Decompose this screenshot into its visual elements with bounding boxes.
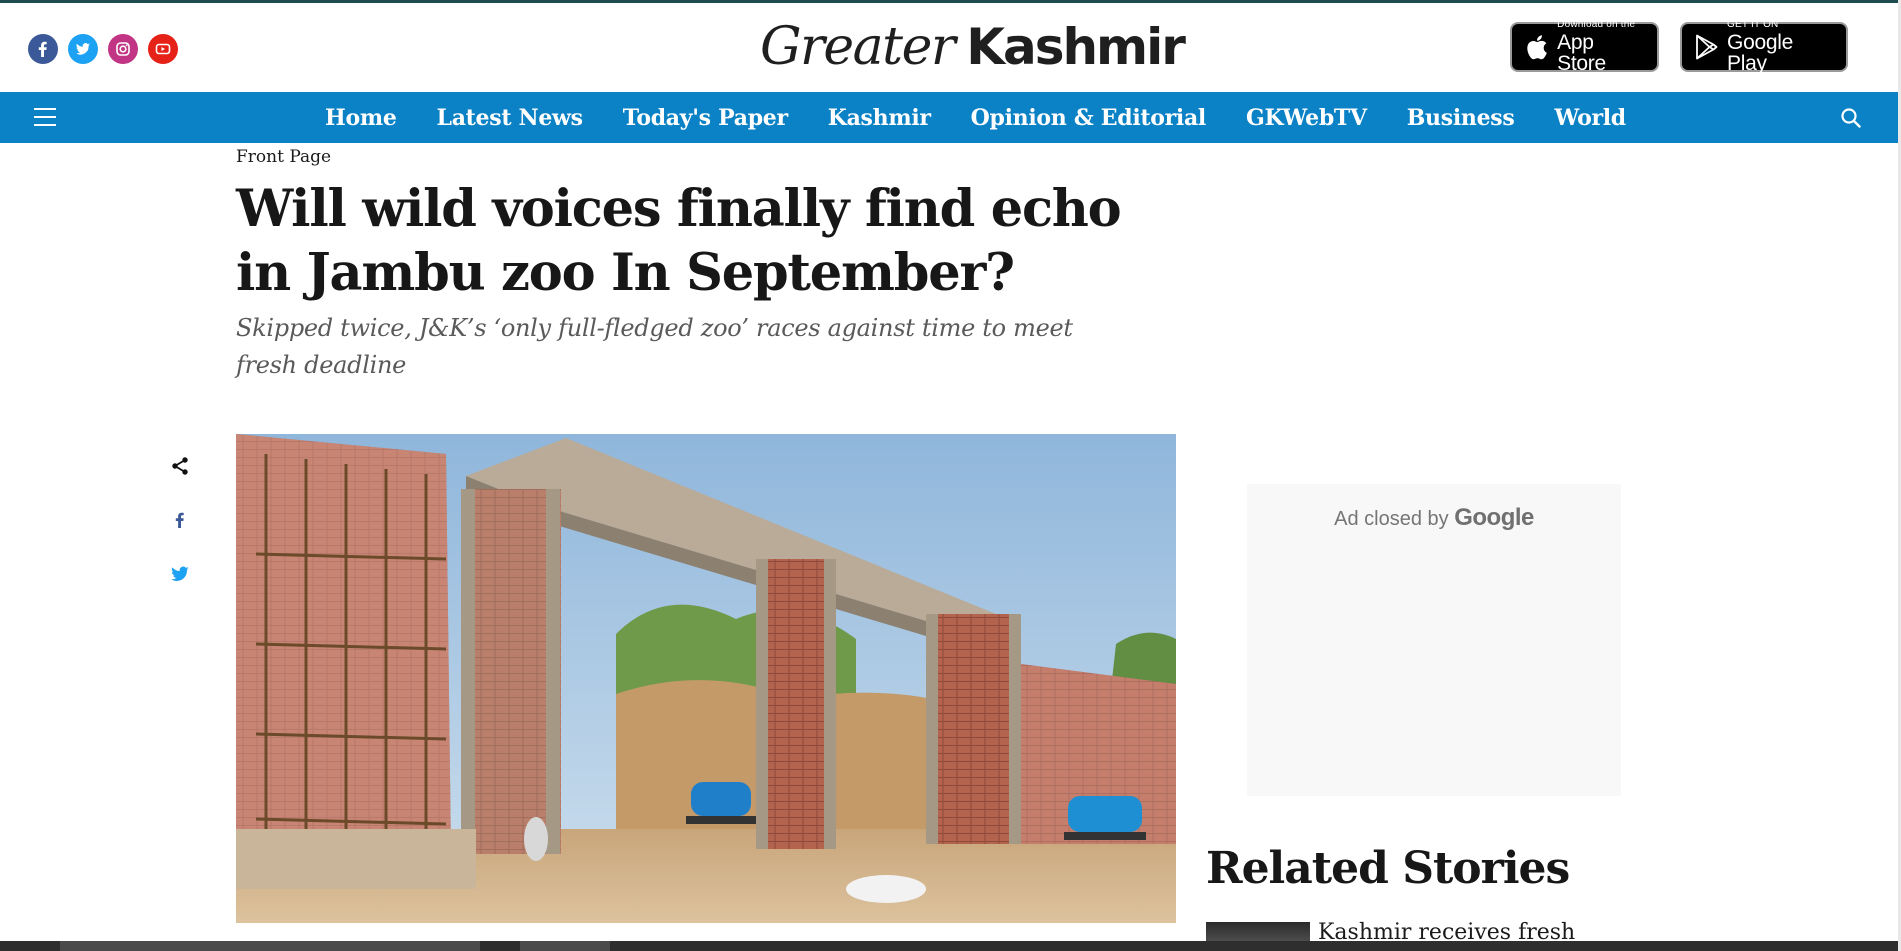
os-taskbar	[0, 941, 1898, 951]
google-play-small-text: GET IT ON	[1727, 19, 1779, 30]
apple-icon	[1524, 33, 1549, 61]
instagram-icon[interactable]	[108, 34, 138, 64]
related-stories-title: Related Stories	[1206, 843, 1570, 894]
search-icon[interactable]	[1840, 107, 1862, 129]
youtube-icon[interactable]	[148, 34, 178, 64]
article-subhead: Skipped twice, J&K’s ‘only full-fledged …	[236, 314, 1073, 379]
taskbar-segment[interactable]	[60, 941, 480, 951]
facebook-icon[interactable]	[28, 34, 58, 64]
nav-items: Home Latest News Today's Paper Kashmir O…	[325, 92, 1666, 143]
ad-closed-text: Ad closed by	[1334, 508, 1449, 530]
main-nav: Home Latest News Today's Paper Kashmir O…	[0, 92, 1898, 143]
nav-item-opinion-editorial[interactable]: Opinion & Editorial	[971, 105, 1207, 131]
twitter-icon[interactable]	[68, 34, 98, 64]
google-play-icon	[1694, 33, 1719, 61]
logo-word-greater: Greater	[760, 17, 956, 77]
article-hero-image[interactable]	[236, 434, 1176, 923]
logo-word-kashmir: Kashmir	[966, 18, 1186, 76]
share-toolbar	[168, 454, 192, 616]
google-play-badge[interactable]: GET IT ON Google Play	[1680, 19, 1848, 75]
social-links	[28, 34, 178, 64]
nav-item-home[interactable]: Home	[325, 105, 397, 131]
share-icon[interactable]	[168, 454, 192, 478]
ad-slot[interactable]: Ad closed by Google	[1247, 484, 1621, 796]
nav-item-gkwebtv[interactable]: GKWebTV	[1246, 105, 1367, 131]
nav-item-kashmir[interactable]: Kashmir	[828, 105, 931, 131]
facebook-icon[interactable]	[168, 508, 192, 532]
twitter-icon[interactable]	[168, 562, 192, 586]
google-wordmark: Google	[1454, 504, 1534, 531]
ad-closed-notice: Ad closed by Google	[1247, 504, 1621, 532]
site-header: Greater Kashmir Download on the App Stor…	[0, 3, 1901, 92]
nav-item-business[interactable]: Business	[1407, 105, 1515, 131]
nav-item-world[interactable]: World	[1554, 105, 1626, 131]
google-play-big-text: Google Play	[1727, 31, 1793, 75]
app-store-big-text: App Store	[1557, 31, 1606, 75]
app-store-small-text: Download on the	[1557, 19, 1636, 30]
nav-item-latest-news[interactable]: Latest News	[437, 105, 584, 131]
article-headline: Will wild voices finally find echo in Ja…	[236, 179, 1122, 303]
section-label[interactable]: Front Page	[236, 147, 331, 167]
hamburger-icon[interactable]	[34, 108, 56, 126]
site-logo[interactable]: Greater Kashmir	[760, 17, 1186, 79]
taskbar-segment[interactable]	[520, 941, 610, 951]
app-store-badge[interactable]: Download on the App Store	[1510, 19, 1659, 75]
nav-item-todays-paper[interactable]: Today's Paper	[623, 105, 788, 131]
